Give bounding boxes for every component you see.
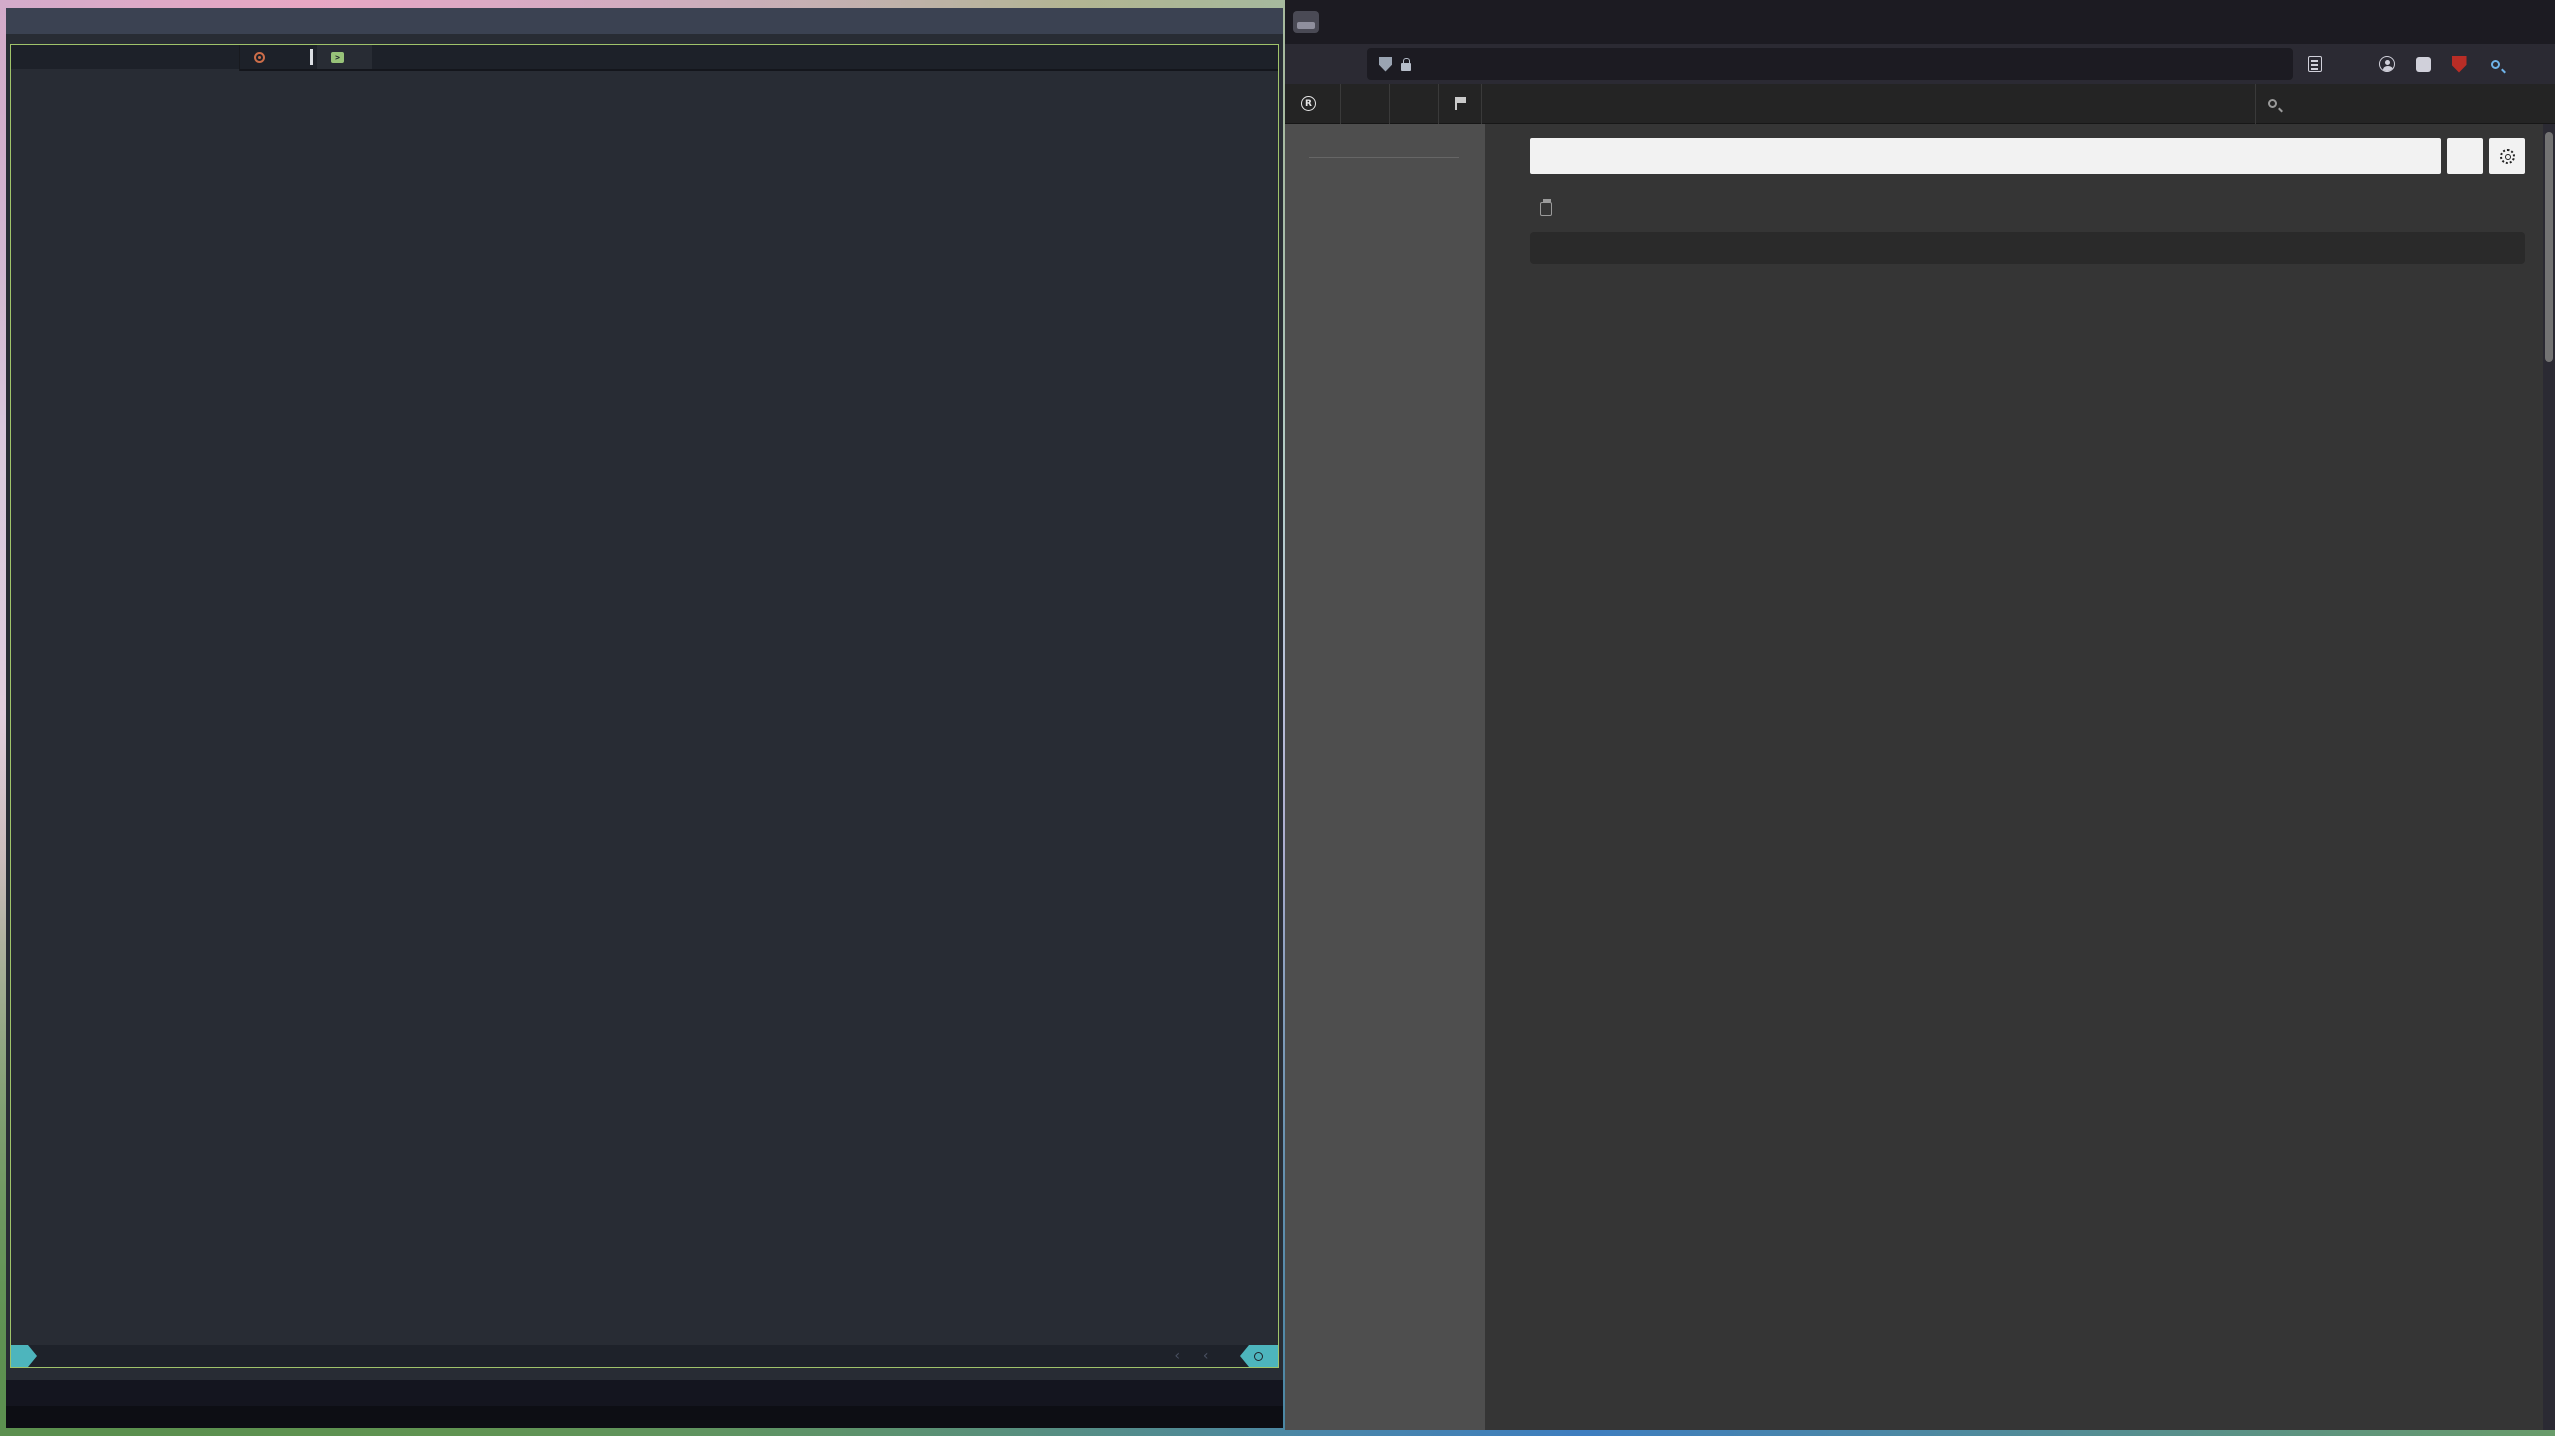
platform-menu[interactable] (1390, 84, 1439, 124)
reader-mode-icon[interactable] (2301, 50, 2329, 78)
copy-path-icon[interactable] (1540, 202, 1552, 216)
neotree-file-explorer (11, 69, 240, 71)
doc-search-input[interactable] (1530, 138, 2441, 174)
clock-icon (1254, 1352, 1263, 1361)
find-crate-input[interactable] (2286, 96, 2543, 111)
docsrs-content (1285, 124, 2555, 1430)
settings-button[interactable] (2489, 138, 2525, 174)
ublock-origin-icon[interactable] (2445, 50, 2473, 78)
trait-declaration (1530, 232, 2525, 264)
zellij-tip-bar (6, 1406, 1283, 1428)
tracking-protection-shield-icon[interactable] (1379, 57, 1392, 72)
extension-icon[interactable] (2409, 50, 2437, 78)
page-title-row (1530, 202, 2525, 216)
account-icon[interactable] (2373, 50, 2401, 78)
menu-icon[interactable] (2517, 50, 2545, 78)
firefox-tab-bar (1285, 0, 2555, 44)
statusline-right: ‹ ‹ (1163, 1345, 1278, 1367)
firefox-window: R (1285, 0, 2555, 1430)
nvim-tabline: > (11, 45, 1278, 69)
rust-file-icon (254, 52, 265, 63)
nvim: > ‹ (11, 45, 1278, 1367)
url-bar[interactable] (1367, 48, 2293, 80)
lock-icon[interactable] (1401, 63, 1411, 71)
docsrs-sidebar (1285, 124, 1485, 1430)
docsrs-brand[interactable]: R (1285, 84, 1341, 124)
browser-scrollbar[interactable] (2543, 124, 2555, 1430)
firefox-view-icon[interactable] (1293, 11, 1319, 33)
buffer-tab-zsh[interactable]: > (317, 45, 372, 69)
search-icon (2268, 99, 2277, 108)
zellij-tab-bar (6, 8, 1283, 34)
gear-icon (2500, 149, 2515, 164)
find-crate-search[interactable] (2255, 84, 2555, 124)
tabline-cursor (310, 49, 313, 65)
docsrs-main (1485, 124, 2543, 1430)
rust-logo-icon: R (1301, 96, 1316, 111)
search-extension-icon[interactable] (2481, 50, 2509, 78)
neotree-winbar (11, 45, 240, 69)
sidebar-crate-version (1309, 143, 1459, 158)
nvim-body (11, 69, 1278, 71)
flag-icon (1455, 97, 1457, 110)
zellij-keybind-bar (6, 1380, 1283, 1406)
bookmark-star-icon[interactable] (2337, 50, 2365, 78)
doc-search-row (1530, 138, 2525, 174)
terminal-buffer-icon: > (331, 52, 344, 63)
firefox-toolbar (1285, 44, 2555, 84)
terminal-gap (6, 1368, 1283, 1380)
nvim-statusline: ‹ ‹ (11, 1345, 1278, 1367)
window-separator (240, 69, 1278, 71)
scrollbar-thumb[interactable] (2545, 132, 2553, 362)
zellij-terminal-window: > ‹ (6, 8, 1283, 1428)
help-button[interactable] (2447, 138, 2483, 174)
statusline-separator: ‹ (1173, 1348, 1181, 1364)
crate-menu[interactable] (1341, 84, 1390, 124)
feature-flags-menu[interactable] (1439, 84, 1482, 124)
docsrs-navbar: R (1285, 84, 2555, 124)
statusline-separator: ‹ (1202, 1348, 1210, 1364)
editor-column (240, 69, 1278, 71)
statusline-clock (1240, 1345, 1278, 1367)
buffer-tab-havoc[interactable] (240, 45, 300, 69)
statusline-mode (11, 1345, 37, 1367)
zellij-pane: > ‹ (10, 44, 1279, 1368)
